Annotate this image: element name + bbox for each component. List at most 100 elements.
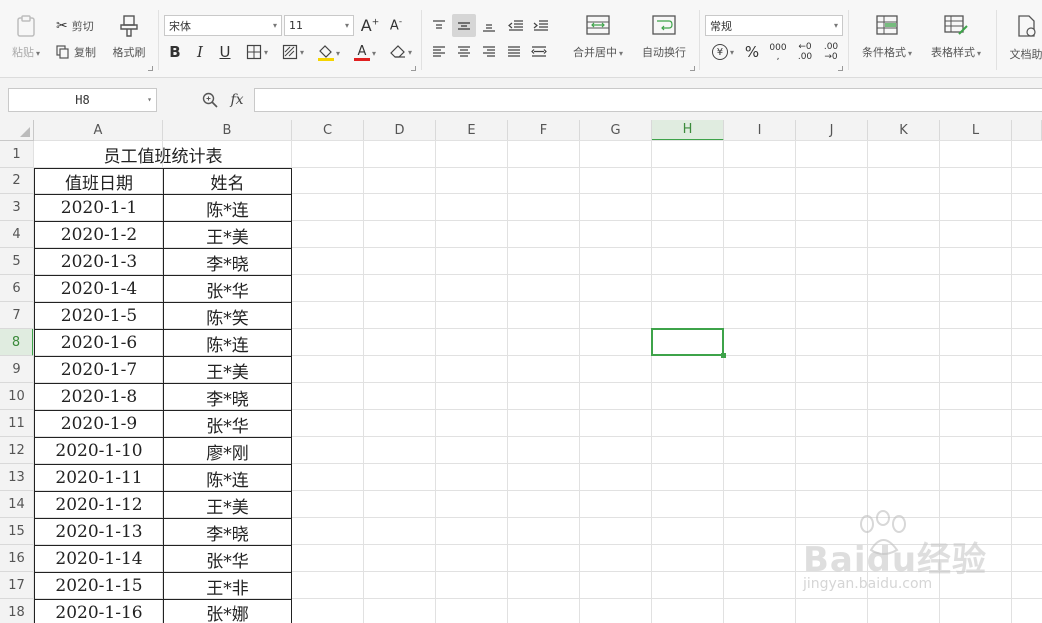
row-header-6[interactable]: 6 (0, 275, 34, 302)
employee-name-cell[interactable]: 张*华 (163, 410, 292, 437)
row-header-16[interactable]: 16 (0, 545, 34, 572)
distributed-align-button[interactable] (528, 42, 550, 62)
conditional-format-button[interactable]: 条件格式 ▾ (856, 14, 918, 66)
employee-name-cell[interactable]: 王*美 (163, 356, 292, 383)
duty-date-cell[interactable]: 2020-1-15 (34, 572, 163, 599)
employee-name-cell[interactable]: 王*美 (163, 221, 292, 248)
table-style-button[interactable]: 表格样式 ▾ (924, 14, 988, 66)
document-helper-button[interactable]: 文档助 (1002, 14, 1042, 66)
header-cell-name[interactable]: 姓名 (163, 168, 292, 194)
row-header-15[interactable]: 15 (0, 518, 34, 545)
employee-name-cell[interactable]: 陈*连 (163, 329, 292, 356)
align-left-button[interactable] (428, 42, 450, 62)
column-header-f[interactable]: F (508, 120, 580, 141)
align-bottom-button[interactable] (478, 15, 500, 36)
column-header-i[interactable]: I (724, 120, 796, 141)
employee-name-cell[interactable]: 陈*连 (163, 464, 292, 491)
row-header-3[interactable]: 3 (0, 194, 34, 221)
duty-date-cell[interactable]: 2020-1-1 (34, 194, 163, 221)
column-header-a[interactable]: A (34, 120, 163, 141)
font-dialog-launcher[interactable] (411, 66, 416, 71)
column-header-d[interactable]: D (364, 120, 436, 141)
row-header-1[interactable]: 1 (0, 141, 34, 168)
duty-date-cell[interactable]: 2020-1-3 (34, 248, 163, 275)
row-header-7[interactable]: 7 (0, 302, 34, 329)
bold-button[interactable]: B (166, 42, 184, 62)
sheet-title-cell[interactable]: 员工值班统计表 (34, 141, 292, 168)
font-name-select[interactable]: 宋体 ▾ (164, 15, 282, 36)
duty-date-cell[interactable]: 2020-1-13 (34, 518, 163, 545)
duty-date-cell[interactable]: 2020-1-16 (34, 599, 163, 623)
duty-date-cell[interactable]: 2020-1-7 (34, 356, 163, 383)
duty-date-cell[interactable]: 2020-1-5 (34, 302, 163, 329)
border-button[interactable]: ▾ (241, 42, 273, 62)
column-header-g[interactable]: G (580, 120, 652, 141)
cut-button[interactable]: ✂ 剪切 (56, 16, 94, 36)
row-header-9[interactable]: 9 (0, 356, 34, 383)
zoom-function-button[interactable] (200, 90, 220, 110)
number-dialog-launcher[interactable] (838, 66, 843, 71)
employee-name-cell[interactable]: 张*华 (163, 545, 292, 572)
underline-button[interactable]: U (216, 42, 234, 62)
employee-name-cell[interactable]: 王*美 (163, 491, 292, 518)
row-header-8[interactable]: 8 (0, 329, 34, 356)
merge-center-button[interactable]: 合并居中 ▾ (566, 14, 630, 66)
row-header-17[interactable]: 17 (0, 572, 34, 599)
currency-button[interactable]: ¥ ▾ (707, 42, 739, 62)
italic-button[interactable]: I (191, 42, 209, 62)
selected-cell-h8[interactable] (651, 328, 726, 358)
number-format-select[interactable]: 常规 ▾ (705, 15, 843, 36)
alignment-dialog-launcher[interactable] (690, 66, 695, 71)
employee-name-cell[interactable]: 陈*笑 (163, 302, 292, 329)
duty-date-cell[interactable]: 2020-1-6 (34, 329, 163, 356)
row-header-2[interactable]: 2 (0, 168, 34, 194)
align-right-button[interactable] (478, 42, 500, 62)
column-header-c[interactable]: C (292, 120, 364, 141)
row-header-14[interactable]: 14 (0, 491, 34, 518)
fill-color-button[interactable]: ▾ (313, 42, 345, 64)
row-header-11[interactable]: 11 (0, 410, 34, 437)
percent-button[interactable]: % (742, 42, 762, 62)
duty-date-cell[interactable]: 2020-1-12 (34, 491, 163, 518)
align-middle-button[interactable] (452, 14, 476, 37)
shrink-font-button[interactable]: A- (386, 15, 406, 36)
column-header-e[interactable]: E (436, 120, 508, 141)
font-size-select[interactable]: 11 ▾ (284, 15, 354, 36)
duty-date-cell[interactable]: 2020-1-14 (34, 545, 163, 572)
increase-decimal-button[interactable]: ←0 .00 (793, 41, 817, 63)
employee-name-cell[interactable]: 张*华 (163, 275, 292, 302)
insert-function-button[interactable]: fx (226, 90, 248, 110)
align-center-button[interactable] (453, 42, 475, 62)
column-header-h[interactable]: H (652, 120, 724, 141)
format-painter-button[interactable]: 格式刷 (108, 14, 150, 66)
row-header-13[interactable]: 13 (0, 464, 34, 491)
row-header-18[interactable]: 18 (0, 599, 34, 623)
font-color-button[interactable]: A ▾ (349, 42, 381, 64)
wrap-text-button[interactable]: 自动换行 (636, 14, 692, 66)
clipboard-dialog-launcher[interactable] (148, 66, 153, 71)
name-box[interactable]: H8 ▾ (8, 88, 157, 112)
row-header-10[interactable]: 10 (0, 383, 34, 410)
thousands-separator-button[interactable]: 000 , (767, 41, 789, 63)
duty-date-cell[interactable]: 2020-1-8 (34, 383, 163, 410)
clear-format-button[interactable]: ▾ (385, 42, 417, 62)
row-header-4[interactable]: 4 (0, 221, 34, 248)
employee-name-cell[interactable]: 李*晓 (163, 518, 292, 545)
employee-name-cell[interactable]: 廖*刚 (163, 437, 292, 464)
column-header-l[interactable]: L (940, 120, 1012, 141)
select-all-corner[interactable] (0, 120, 34, 141)
row-header-5[interactable]: 5 (0, 248, 34, 275)
column-header-j[interactable]: J (796, 120, 868, 141)
header-cell-date[interactable]: 值班日期 (34, 168, 163, 194)
justify-button[interactable] (503, 42, 525, 62)
duty-date-cell[interactable]: 2020-1-4 (34, 275, 163, 302)
row-header-12[interactable]: 12 (0, 437, 34, 464)
employee-name-cell[interactable]: 张*娜 (163, 599, 292, 623)
formula-input[interactable] (254, 88, 1042, 112)
duty-date-cell[interactable]: 2020-1-10 (34, 437, 163, 464)
column-header-k[interactable]: K (868, 120, 940, 141)
duty-date-cell[interactable]: 2020-1-2 (34, 221, 163, 248)
grow-font-button[interactable]: A+ (360, 15, 380, 36)
employee-name-cell[interactable]: 李*晓 (163, 383, 292, 410)
duty-date-cell[interactable]: 2020-1-9 (34, 410, 163, 437)
